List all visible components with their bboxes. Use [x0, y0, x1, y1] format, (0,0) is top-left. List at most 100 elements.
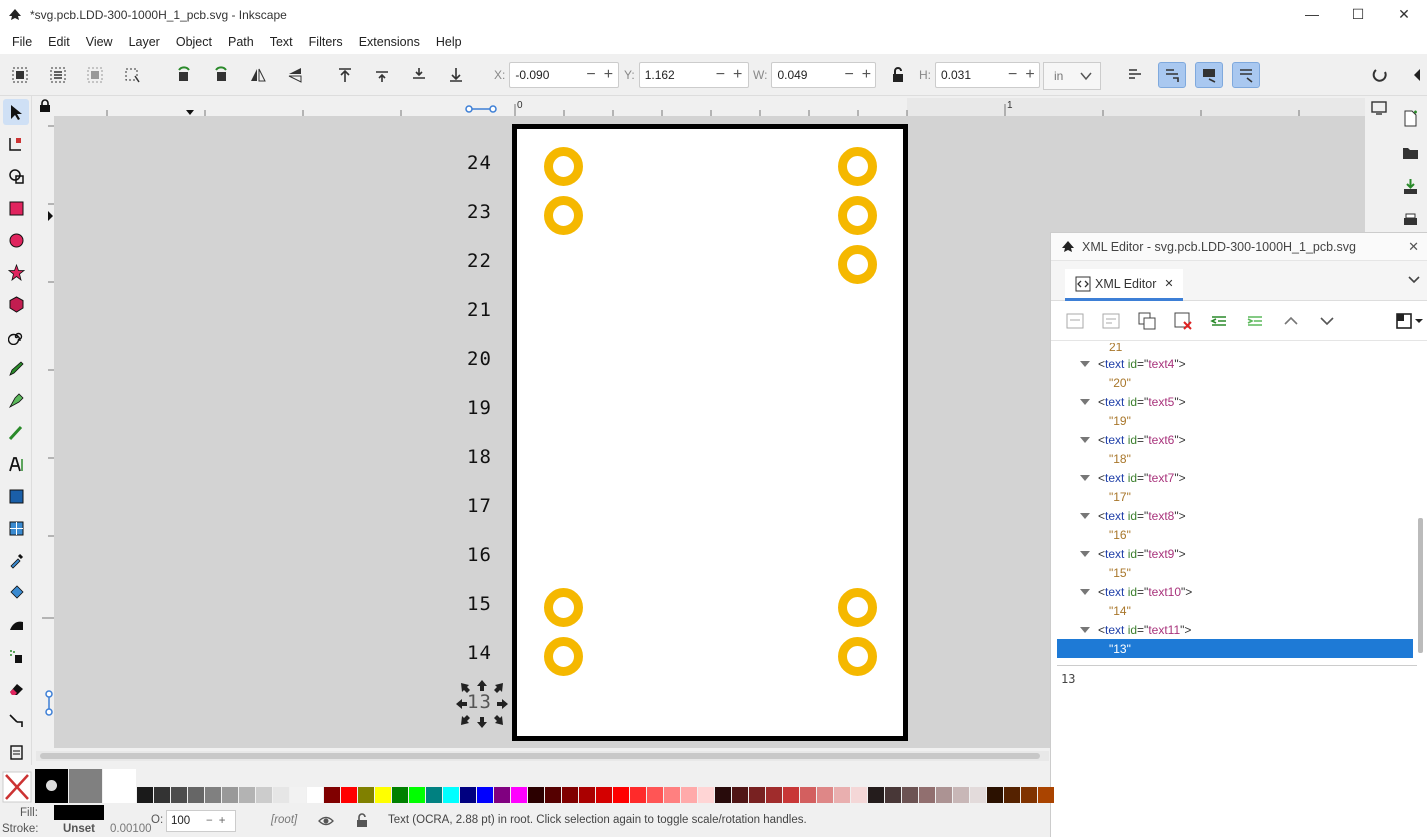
expand-triangle-icon[interactable]: [1080, 588, 1090, 595]
palette-swatch[interactable]: [426, 787, 442, 803]
palette-swatch[interactable]: [749, 787, 765, 803]
height-plus-button[interactable]: +: [1021, 66, 1038, 84]
palette-swatch[interactable]: [205, 787, 221, 803]
select-all-layers-icon[interactable]: [44, 62, 72, 88]
pcb-pad[interactable]: [838, 147, 877, 186]
flip-vertical-icon[interactable]: [281, 62, 309, 88]
menu-edit[interactable]: Edit: [40, 35, 78, 49]
palette-swatch[interactable]: [358, 787, 374, 803]
xml-node-text10[interactable]: <text id="text10">: [1057, 582, 1413, 601]
xml-node-text7[interactable]: <text id="text7">: [1057, 468, 1413, 487]
rotate-cw-icon[interactable]: [207, 62, 235, 88]
pen-tool-icon[interactable]: [3, 387, 29, 413]
menu-file[interactable]: File: [4, 35, 40, 49]
palette-swatch[interactable]: [647, 787, 663, 803]
pin-number-label[interactable]: 19: [467, 397, 492, 419]
palette-swatch[interactable]: [919, 787, 935, 803]
palette-swatch[interactable]: [936, 787, 952, 803]
expand-triangle-icon[interactable]: [1080, 398, 1090, 405]
close-button[interactable]: ✕: [1381, 0, 1427, 28]
palette-swatch[interactable]: [460, 787, 476, 803]
layer-select[interactable]: [root]: [271, 814, 297, 826]
expand-triangle-icon[interactable]: [1080, 512, 1090, 519]
pin-number-label[interactable]: 14: [467, 642, 492, 664]
dropper-tool-icon[interactable]: [3, 547, 29, 573]
pcb-pad[interactable]: [838, 245, 877, 284]
palette-swatch[interactable]: [885, 787, 901, 803]
new-text-node-icon[interactable]: [1101, 311, 1121, 331]
menu-layer[interactable]: Layer: [121, 35, 168, 49]
palette-swatch[interactable]: [868, 787, 884, 803]
pcb-pad[interactable]: [544, 196, 583, 235]
palette-swatch[interactable]: [511, 787, 527, 803]
palette-swatch[interactable]: [171, 787, 187, 803]
unlock-layer-icon[interactable]: [355, 813, 369, 828]
pin-number-label[interactable]: 18: [467, 446, 492, 468]
tab-close-button[interactable]: ✕: [1164, 277, 1173, 290]
palette-swatch[interactable]: [528, 787, 544, 803]
stroke-indicator[interactable]: Unset: [63, 823, 95, 835]
transform-gradients-icon[interactable]: [1195, 62, 1223, 88]
scrollbar-thumb[interactable]: [1418, 518, 1423, 653]
pin-number-label[interactable]: 20: [467, 348, 492, 370]
palette-swatch[interactable]: [154, 787, 170, 803]
palette-swatch[interactable]: [545, 787, 561, 803]
calligraphy-tool-icon[interactable]: [3, 419, 29, 445]
palette-swatch[interactable]: [698, 787, 714, 803]
spiral-tool-icon[interactable]: [3, 323, 29, 349]
new-element-node-icon[interactable]: [1065, 311, 1085, 331]
list-item[interactable]: "15": [1057, 563, 1413, 582]
palette-swatch[interactable]: [902, 787, 918, 803]
expand-triangle-icon[interactable]: [1080, 474, 1090, 481]
lower-icon[interactable]: [405, 62, 433, 88]
pin-number-label[interactable]: 22: [467, 250, 492, 272]
palette-swatch[interactable]: [324, 787, 340, 803]
palette-swatch[interactable]: [443, 787, 459, 803]
palette-swatch[interactable]: [1021, 787, 1037, 803]
palette-swatch[interactable]: [851, 787, 867, 803]
xml-tree-scrollbar[interactable]: [1418, 343, 1423, 660]
y-input[interactable]: 1.162: [640, 68, 712, 82]
pcb-pad[interactable]: [544, 637, 583, 676]
menu-view[interactable]: View: [78, 35, 121, 49]
palette-swatch[interactable]: [715, 787, 731, 803]
print-icon[interactable]: [1402, 212, 1419, 229]
deselect-icon[interactable]: [81, 62, 109, 88]
flip-horizontal-icon[interactable]: [244, 62, 272, 88]
display-mode-icon[interactable]: [1371, 100, 1387, 116]
xml-node-text6[interactable]: <text id="text6">: [1057, 430, 1413, 449]
pin-number-label[interactable]: 23: [467, 201, 492, 223]
palette-swatch[interactable]: [783, 787, 799, 803]
scrollbar-thumb[interactable]: [40, 753, 1040, 759]
fill-indicator[interactable]: [54, 805, 104, 820]
width-plus-button[interactable]: +: [858, 66, 875, 84]
vertical-ruler[interactable]: [36, 116, 54, 748]
transform-patterns-icon[interactable]: [1232, 62, 1260, 88]
recent-swatch[interactable]: [103, 769, 136, 803]
palette-swatch[interactable]: [290, 787, 306, 803]
selection-handles-icon[interactable]: [454, 678, 510, 730]
snap-toggle-icon[interactable]: [1366, 62, 1394, 88]
close-panel-button[interactable]: ✕: [1408, 239, 1419, 255]
lock-proportions-icon[interactable]: [884, 62, 912, 88]
opacity-input[interactable]: 100: [167, 815, 203, 827]
palette-swatch[interactable]: [579, 787, 595, 803]
rotate-ccw-icon[interactable]: [170, 62, 198, 88]
delete-node-icon[interactable]: [1173, 311, 1193, 331]
spray-tool-icon[interactable]: [3, 643, 29, 669]
open-folder-icon[interactable]: [1402, 144, 1419, 161]
stroke-width-value[interactable]: 0.00100: [110, 823, 152, 835]
no-paint-icon[interactable]: [2, 771, 32, 803]
text-tool-icon[interactable]: [3, 451, 29, 477]
x-input[interactable]: -0.090: [510, 68, 582, 82]
pcb-pad[interactable]: [544, 147, 583, 186]
collapse-panel-icon[interactable]: [1404, 62, 1427, 88]
palette-swatch[interactable]: [392, 787, 408, 803]
selector-tool-icon[interactable]: [3, 99, 29, 125]
indent-node-icon[interactable]: [1245, 311, 1265, 331]
palette-swatch[interactable]: [477, 787, 493, 803]
node-content-editor[interactable]: 13: [1057, 665, 1417, 835]
height-input[interactable]: 0.031: [936, 68, 1004, 82]
palette-swatch[interactable]: [630, 787, 646, 803]
pin-number-label[interactable]: 15: [467, 593, 492, 615]
